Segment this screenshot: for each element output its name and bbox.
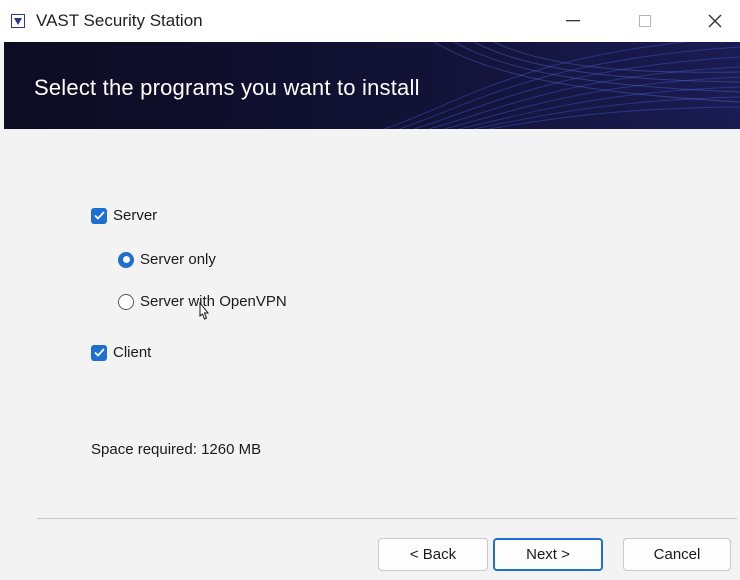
server-only-label: Server only xyxy=(140,251,216,268)
checkmark-icon xyxy=(93,348,105,357)
window-title: VAST Security Station xyxy=(36,11,203,30)
next-button[interactable]: Next > xyxy=(493,538,603,571)
server-label: Server xyxy=(113,207,158,224)
app-icon xyxy=(11,14,25,28)
space-required-text: Space required: 1260 MB xyxy=(91,441,262,458)
server-only-radio[interactable] xyxy=(118,251,134,268)
divider xyxy=(37,518,737,519)
server-checkbox[interactable] xyxy=(91,207,107,224)
header-banner: Select the programs you want to install xyxy=(4,42,740,129)
client-checkbox[interactable] xyxy=(91,344,107,361)
mouse-cursor-icon xyxy=(199,302,210,320)
checkmark-icon xyxy=(93,211,105,220)
minimize-icon xyxy=(566,20,580,22)
back-button[interactable]: < Back xyxy=(378,538,488,571)
page-title: Select the programs you want to install xyxy=(34,75,420,100)
close-icon xyxy=(708,14,722,28)
server-openvpn-label: Server with OpenVPN xyxy=(140,293,287,310)
title-bar: VAST Security Station xyxy=(0,0,740,42)
cancel-button[interactable]: Cancel xyxy=(623,538,731,571)
client-label: Client xyxy=(113,344,152,361)
server-only-radio-row[interactable]: Server only xyxy=(118,251,216,268)
maximize-button[interactable] xyxy=(620,0,670,42)
server-openvpn-radio[interactable] xyxy=(118,293,134,310)
content-area: Server Server only Server with OpenVPN C… xyxy=(0,129,740,580)
minimize-button[interactable] xyxy=(548,0,598,42)
server-checkbox-row[interactable]: Server xyxy=(91,207,157,224)
close-button[interactable] xyxy=(690,0,740,42)
client-checkbox-row[interactable]: Client xyxy=(91,344,151,361)
maximize-icon xyxy=(639,15,651,27)
